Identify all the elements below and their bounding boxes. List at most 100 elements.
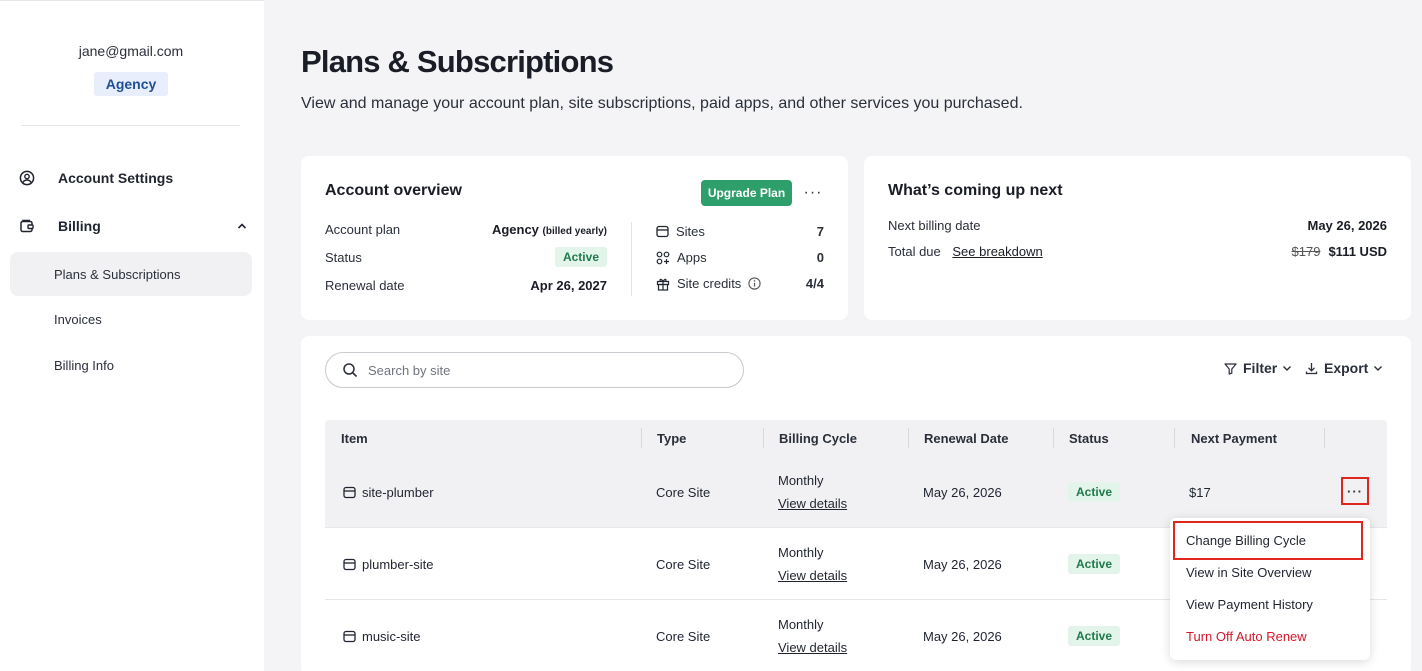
- item-name: plumber-site: [362, 556, 434, 572]
- upgrade-plan-button[interactable]: Upgrade Plan: [701, 180, 792, 206]
- cycle-value: Monthly: [778, 617, 824, 632]
- search-icon: [343, 363, 358, 378]
- sidebar-item-plans-subscriptions[interactable]: Plans & Subscriptions: [10, 252, 252, 296]
- gift-icon: [656, 278, 670, 291]
- cycle-cell: Monthly View details: [778, 600, 847, 671]
- column-header: Next Payment: [1191, 430, 1277, 446]
- overview-divider: [631, 222, 632, 296]
- stat-label: Apps: [677, 250, 707, 265]
- more-horizontal-icon: ···: [803, 184, 823, 201]
- column-divider: [1053, 428, 1054, 448]
- stat-sites: Sites 7: [656, 224, 824, 239]
- cycle-value: Monthly: [778, 545, 824, 560]
- chevron-down-icon: [1374, 366, 1383, 371]
- billing-note: (billed yearly): [542, 226, 607, 237]
- cycle-cell: Monthly View details: [778, 456, 847, 528]
- old-price: $179: [1291, 244, 1321, 259]
- next-billing-row: Next billing date May 26, 2026: [888, 218, 1387, 233]
- status-badge: Active: [554, 247, 607, 267]
- status-cell: Active: [1068, 600, 1121, 671]
- site-icon: [343, 630, 356, 642]
- next-billing-label: Next billing date: [888, 218, 981, 233]
- plan-badge: Agency: [93, 72, 169, 96]
- renewal-row: Renewal date Apr 26, 2027: [325, 278, 607, 293]
- status-cell: Active: [1068, 528, 1121, 600]
- menu-item-change-billing-cycle[interactable]: Change Billing Cycle: [1186, 533, 1306, 548]
- more-horizontal-icon: ···: [1347, 483, 1363, 499]
- view-details-link[interactable]: View details: [778, 568, 847, 583]
- upcoming-card: What’s coming up next Next billing date …: [864, 156, 1411, 320]
- column-header: Item: [341, 430, 368, 446]
- cycle-cell: Monthly View details: [778, 528, 847, 600]
- type-cell: Core Site: [656, 484, 711, 500]
- next-billing-value: May 26, 2026: [1307, 218, 1387, 233]
- search-box[interactable]: [325, 352, 744, 388]
- upcoming-title: What’s coming up next: [888, 182, 1063, 199]
- chevron-up-icon[interactable]: [236, 219, 248, 235]
- menu-item-view-payment-history[interactable]: View Payment History: [1186, 597, 1313, 612]
- total-due-value: $179 $111 USD: [1292, 244, 1387, 259]
- total-due-label: Total due: [888, 244, 941, 259]
- page-description: View and manage your account plan, site …: [301, 95, 1023, 112]
- item-cell: music-site: [343, 600, 421, 671]
- column-divider: [641, 428, 642, 448]
- stat-apps: Apps 0: [656, 250, 824, 265]
- stat-value: 4/4: [805, 276, 824, 291]
- info-icon[interactable]: [748, 277, 761, 290]
- stat-site-credits: Site credits 4/4: [656, 276, 824, 291]
- status-label: Status: [325, 249, 362, 265]
- user-email: jane@gmail.com: [78, 43, 184, 59]
- renewal-cell: May 26, 2026: [923, 556, 1002, 572]
- status-badge: Active: [1068, 554, 1121, 574]
- renewal-cell: May 26, 2026: [923, 628, 1002, 644]
- row-actions-menu: Change Billing Cycle View in Site Overvi…: [1170, 518, 1370, 660]
- menu-item-view-site-overview[interactable]: View in Site Overview: [1186, 565, 1311, 580]
- item-cell: site-plumber: [343, 456, 434, 528]
- sidebar: jane@gmail.com Agency Account Settings B…: [0, 0, 264, 671]
- apps-icon: [656, 251, 670, 264]
- status-row: Status Active: [325, 247, 607, 267]
- account-plan-row: Account plan Agency (billed yearly): [325, 222, 607, 237]
- account-plan-label: Account plan: [325, 222, 401, 237]
- export-label: Export: [1324, 360, 1369, 376]
- column-divider: [763, 428, 764, 448]
- type-cell: Core Site: [656, 628, 711, 644]
- page-title: Plans & Subscriptions: [301, 44, 614, 79]
- column-divider: [908, 428, 909, 448]
- user-circle-icon: [18, 169, 36, 187]
- export-button[interactable]: Export: [1305, 360, 1389, 376]
- row-actions-button[interactable]: ···: [1341, 477, 1369, 505]
- column-header: Type: [657, 430, 687, 446]
- sidebar-item-billing-info[interactable]: Billing Info: [10, 343, 252, 387]
- column-divider: [1324, 428, 1325, 448]
- sidebar-item-invoices[interactable]: Invoices: [10, 297, 252, 341]
- sidebar-item-account-settings[interactable]: Account Settings: [18, 169, 173, 187]
- renewal-label: Renewal date: [325, 278, 405, 293]
- search-input[interactable]: [368, 362, 728, 378]
- filter-button[interactable]: Filter: [1224, 360, 1298, 376]
- renewal-value: Apr 26, 2027: [530, 278, 607, 293]
- item-name: site-plumber: [362, 484, 434, 500]
- sidebar-item-label: Account Settings: [58, 170, 174, 186]
- new-price: $111 USD: [1328, 244, 1387, 259]
- view-details-link[interactable]: View details: [778, 640, 847, 655]
- type-cell: Core Site: [656, 556, 711, 572]
- renewal-cell: May 26, 2026: [923, 484, 1002, 500]
- stat-label: Sites: [676, 224, 705, 239]
- status-badge: Active: [1068, 482, 1121, 502]
- menu-item-turn-off-auto-renew[interactable]: Turn Off Auto Renew: [1186, 629, 1307, 644]
- sidebar-divider: [21, 125, 240, 126]
- site-icon: [656, 225, 669, 238]
- see-breakdown-link[interactable]: See breakdown: [952, 244, 1042, 259]
- item-cell: plumber-site: [343, 528, 434, 600]
- table-header: Item Type Billing Cycle Renewal Date Sta…: [325, 420, 1387, 456]
- column-divider: [1174, 428, 1175, 448]
- user-block: jane@gmail.com Agency: [0, 43, 262, 96]
- view-details-link[interactable]: View details: [778, 496, 847, 511]
- account-plan-value: Agency (billed yearly): [491, 222, 607, 237]
- account-overview-card: Account overview Upgrade Plan ··· Accoun…: [301, 156, 848, 320]
- status-cell: Active: [1068, 456, 1121, 528]
- sidebar-item-billing[interactable]: Billing: [18, 217, 248, 235]
- overview-more-button[interactable]: ···: [802, 182, 824, 204]
- column-header: Renewal Date: [924, 430, 1009, 446]
